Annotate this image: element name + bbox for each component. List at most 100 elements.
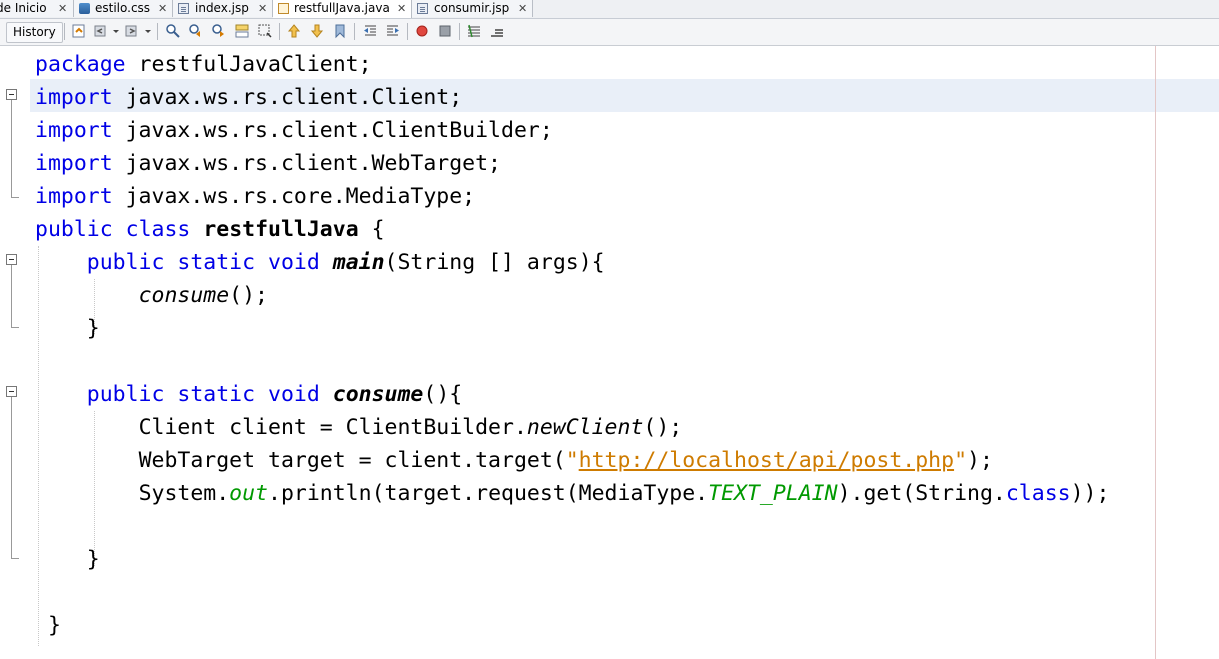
code-line-1: package restfulJavaClient; [35, 48, 372, 81]
code-text: } [86, 547, 100, 572]
code-text: } [47, 613, 61, 638]
code-line-3: import javax.ws.rs.client.ClientBuilder; [35, 114, 553, 147]
static-field: TEXT_PLAIN [708, 481, 838, 506]
jsp-file-icon [178, 3, 189, 14]
code-editor[interactable]: package restfulJavaClient; import javax.… [0, 46, 1219, 659]
close-icon[interactable]: ✕ [258, 0, 267, 17]
stop-macro-icon[interactable] [437, 23, 453, 39]
code-line-8: consume(); [35, 279, 268, 312]
find-icon[interactable] [165, 23, 181, 39]
toolbar-separator [407, 23, 408, 40]
keyword: package [35, 52, 126, 77]
toggle-highlight-icon[interactable] [234, 23, 250, 39]
code-text: javax.ws.rs.client.Client; [112, 85, 463, 110]
close-icon[interactable]: ✕ [58, 0, 67, 17]
tab-consumir-jsp[interactable]: consumir.jsp ✕ [412, 0, 533, 17]
code-line-12: Client client = ClientBuilder.newClient(… [35, 411, 683, 444]
last-edit-icon[interactable] [71, 23, 87, 39]
string-quote: " [954, 448, 968, 473]
method-call: newClient [526, 415, 644, 440]
code-line-13: WebTarget target = client.target("http:/… [35, 444, 993, 477]
fold-gutter [0, 46, 30, 659]
history-button[interactable]: History [6, 22, 63, 43]
code-text: )); [1070, 481, 1110, 506]
tab-label: de Inicio [0, 1, 47, 15]
tab-label: consumir.jsp [434, 1, 510, 15]
code-line-9: } [35, 312, 100, 345]
code-line-7: public static void main(String [] args){ [35, 246, 605, 279]
code-line-11: public static void consume(){ [35, 378, 462, 411]
right-margin-line [1155, 46, 1156, 659]
method-name: consume [332, 382, 424, 407]
find-next-icon[interactable] [211, 23, 227, 39]
fold-toggle-icon[interactable] [6, 254, 17, 265]
toolbar-separator [354, 23, 355, 40]
code-text: } [86, 316, 100, 341]
code-text: (); [229, 283, 269, 308]
editor-tab-bar: de Inicio ✕ estilo.css ✕ index.jsp ✕ res… [0, 0, 1219, 19]
close-icon[interactable]: ✕ [518, 0, 527, 17]
string-quote: " [565, 448, 579, 473]
code-line-6: public class restfullJava { [35, 213, 385, 246]
keyword: void [268, 250, 320, 275]
method-name: main [332, 250, 385, 275]
url-link[interactable]: http://localhost/api/post.php [579, 448, 954, 473]
java-file-icon [278, 3, 289, 14]
toolbar-separator [279, 23, 280, 40]
tab-index-jsp[interactable]: index.jsp ✕ [173, 0, 273, 17]
code-text: javax.ws.rs.client.ClientBuilder; [112, 118, 553, 143]
tab-label: index.jsp [195, 1, 249, 15]
prev-bookmark-icon[interactable] [286, 23, 302, 39]
keyword: void [268, 382, 320, 407]
select-rect-icon[interactable] [257, 23, 273, 39]
toolbar-separator [157, 23, 158, 40]
keyword: public [86, 382, 165, 407]
shift-right-icon[interactable] [385, 23, 401, 39]
code-text: (){ [423, 382, 463, 407]
fold-line [11, 265, 12, 327]
close-icon[interactable]: ✕ [158, 0, 167, 17]
next-bookmark-icon[interactable] [309, 23, 325, 39]
code-text: Client client = ClientBuilder. [138, 415, 527, 440]
uncomment-icon[interactable] [489, 23, 505, 39]
comment-icon[interactable] [466, 23, 482, 39]
tab-start-page[interactable]: de Inicio ✕ [0, 0, 74, 17]
tab-estilo-css[interactable]: estilo.css ✕ [74, 0, 173, 17]
record-macro-icon[interactable] [414, 23, 430, 39]
keyword: import [35, 118, 113, 143]
find-previous-icon[interactable] [188, 23, 204, 39]
toolbar-separator [459, 23, 460, 40]
fold-line-end [11, 327, 19, 328]
jsp-file-icon [417, 3, 428, 14]
forward-icon[interactable] [124, 23, 140, 39]
keyword: static [177, 382, 256, 407]
method-call: consume [138, 283, 230, 308]
code-line-5: import javax.ws.rs.core.MediaType; [35, 180, 475, 213]
code-line-2: import javax.ws.rs.client.Client; [35, 81, 462, 114]
keyword: class [125, 217, 191, 242]
toggle-bookmark-icon[interactable] [332, 23, 348, 39]
close-icon[interactable]: ✕ [397, 0, 406, 17]
fold-toggle-icon[interactable] [6, 386, 17, 397]
css-file-icon [79, 3, 90, 14]
fold-toggle-icon[interactable] [6, 89, 17, 100]
shift-left-icon[interactable] [362, 23, 378, 39]
code-text: restfulJavaClient; [125, 52, 372, 77]
code-text: WebTarget target = client.target( [138, 448, 566, 473]
code-text: (String [] args){ [384, 250, 605, 275]
code-line-18: } [35, 609, 61, 642]
fold-line-end [11, 558, 19, 559]
chevron-down-icon[interactable] [144, 23, 152, 39]
keyword: public [35, 217, 113, 242]
code-text: javax.ws.rs.core.MediaType; [112, 184, 476, 209]
keyword: import [35, 85, 113, 110]
tab-restfulljava-java[interactable]: restfullJava.java ✕ [273, 0, 412, 18]
back-icon[interactable] [93, 23, 109, 39]
code-line-14: System.out.println(target.request(MediaT… [35, 477, 1110, 510]
keyword: import [35, 151, 113, 176]
code-text: (); [643, 415, 683, 440]
fold-line-end [11, 197, 19, 198]
chevron-down-icon[interactable] [112, 23, 120, 39]
keyword: static [177, 250, 256, 275]
keyword: class [1005, 481, 1071, 506]
